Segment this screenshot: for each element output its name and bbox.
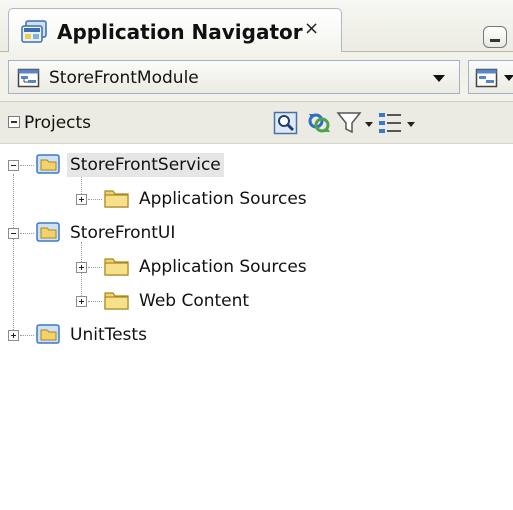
tree-connector	[20, 165, 34, 166]
tree-connector	[88, 267, 102, 268]
tree-node-label: Application Sources	[139, 257, 307, 277]
folder-icon	[104, 255, 130, 277]
panel-tab-strip: Application Navigator ×	[0, 0, 513, 53]
module-selected-value: StoreFrontModule	[49, 68, 199, 88]
folder-icon	[104, 187, 130, 209]
tree-connector	[88, 301, 102, 302]
module-selector[interactable]: StoreFrontModule	[8, 60, 460, 94]
tree-node-label: UnitTests	[70, 325, 147, 345]
tree-connector	[20, 335, 34, 336]
tree-node-application-sources[interactable]: Application Sources	[0, 252, 513, 282]
tree-node-storefrontui[interactable]: StoreFrontUI	[0, 218, 513, 248]
tab-application-navigator[interactable]: Application Navigator ×	[8, 8, 342, 53]
options-icon[interactable]	[377, 110, 417, 136]
chevron-down-icon	[504, 75, 513, 81]
collapse-node-icon[interactable]	[8, 160, 19, 171]
tree-node-application-sources[interactable]: Application Sources	[0, 184, 513, 214]
panel-title: Application Navigator	[57, 20, 303, 44]
minimize-button[interactable]	[483, 26, 507, 48]
projects-label: Projects	[24, 113, 92, 133]
project-folder-icon	[36, 221, 62, 243]
expand-node-icon[interactable]	[76, 194, 87, 205]
tree-connector	[88, 199, 102, 200]
projects-header: Projects	[0, 102, 513, 144]
tree-connector	[20, 233, 34, 234]
project-folder-icon	[36, 153, 62, 175]
expand-node-icon[interactable]	[76, 262, 87, 273]
close-tab-button[interactable]: ×	[304, 18, 319, 40]
project-tree: StoreFrontService Application Sources St…	[0, 144, 513, 510]
tree-node-label: Application Sources	[139, 189, 307, 209]
module-menu-button[interactable]	[468, 60, 513, 94]
chevron-down-icon[interactable]	[433, 75, 445, 82]
navigator-icon	[19, 19, 49, 45]
refresh-icon[interactable]	[306, 110, 332, 136]
tree-node-storefrontservice[interactable]: StoreFrontService	[0, 150, 513, 180]
module-view-icon	[475, 67, 499, 89]
tree-node-label: Web Content	[139, 291, 250, 311]
find-icon[interactable]	[273, 110, 299, 136]
tree-node-label: StoreFrontService	[67, 153, 224, 177]
module-toolbar: StoreFrontModule	[0, 52, 513, 102]
filter-icon[interactable]	[336, 110, 374, 136]
project-folder-icon	[36, 323, 62, 345]
tree-node-unittests[interactable]: UnitTests	[0, 320, 513, 350]
tree-node-label: StoreFrontUI	[70, 223, 176, 243]
collapse-node-icon[interactable]	[8, 228, 19, 239]
module-icon	[17, 67, 41, 89]
collapse-projects-icon[interactable]	[8, 116, 20, 128]
tree-node-web-content[interactable]: Web Content	[0, 286, 513, 316]
expand-node-icon[interactable]	[76, 296, 87, 307]
folder-icon	[104, 289, 130, 311]
application-navigator-panel: Application Navigator × StoreFrontModule	[0, 0, 513, 510]
expand-node-icon[interactable]	[8, 330, 19, 341]
